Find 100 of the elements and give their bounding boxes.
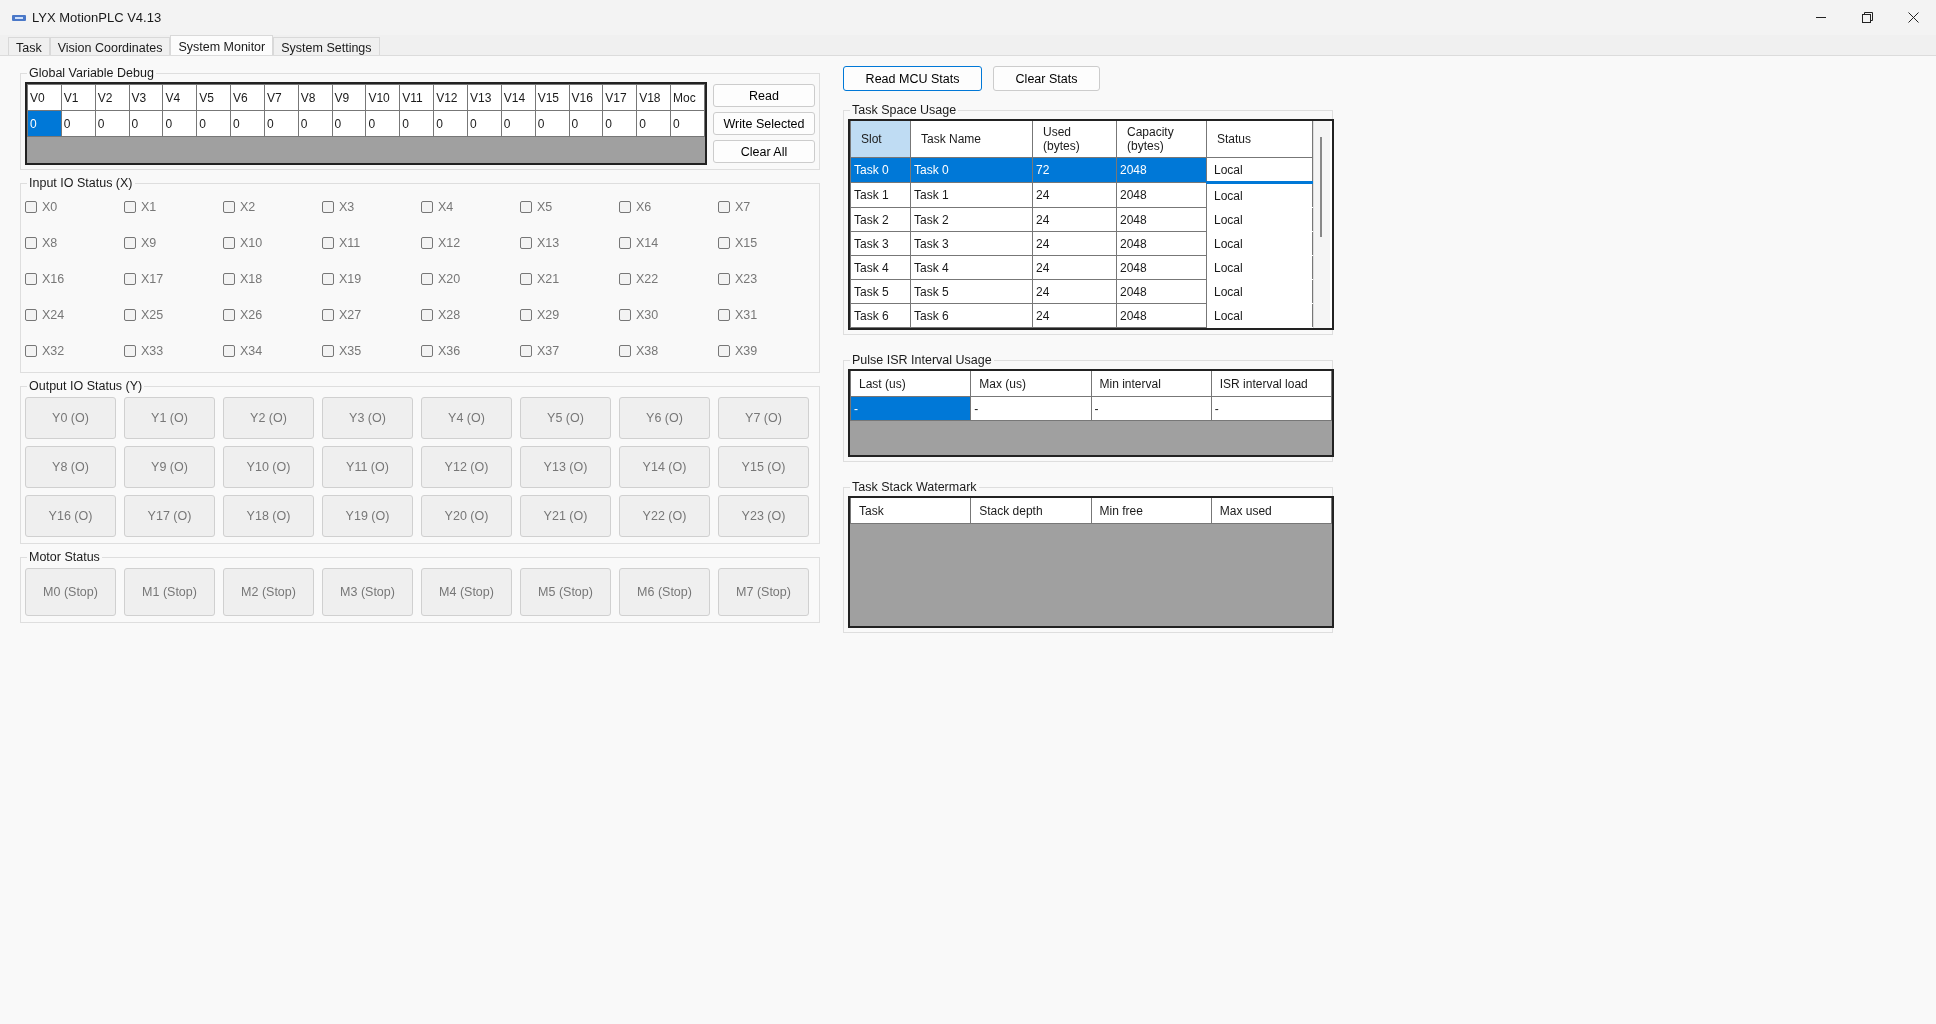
checkbox[interactable]: [421, 237, 433, 249]
table-cell[interactable]: 2048: [1116, 279, 1207, 304]
tab[interactable]: Task: [8, 37, 50, 55]
checkbox[interactable]: [25, 345, 37, 357]
table-cell[interactable]: -: [850, 396, 971, 421]
table-cell[interactable]: Local: [1206, 231, 1313, 256]
checkbox[interactable]: [124, 201, 136, 213]
checkbox[interactable]: [25, 237, 37, 249]
table-cell[interactable]: Task 3: [910, 231, 1033, 256]
motor-button[interactable]: M5 (Stop): [520, 568, 611, 616]
checkbox[interactable]: [619, 273, 631, 285]
output-button[interactable]: Y23 (O): [718, 495, 809, 537]
column-header[interactable]: Status: [1206, 121, 1313, 158]
checkbox[interactable]: [223, 273, 235, 285]
motor-button[interactable]: M7 (Stop): [718, 568, 809, 616]
motor-button[interactable]: M2 (Stop): [223, 568, 314, 616]
action-button[interactable]: Write Selected: [713, 112, 815, 135]
table-cell[interactable]: Task 2: [850, 207, 911, 232]
checkbox[interactable]: [421, 273, 433, 285]
checkbox[interactable]: [124, 309, 136, 321]
output-button[interactable]: Y17 (O): [124, 495, 215, 537]
output-button[interactable]: Y4 (O): [421, 397, 512, 439]
output-button[interactable]: Y1 (O): [124, 397, 215, 439]
output-button[interactable]: Y14 (O): [619, 446, 710, 488]
table-cell[interactable]: Local: [1206, 157, 1313, 183]
table-cell[interactable]: Task 5: [910, 279, 1033, 304]
checkbox[interactable]: [223, 309, 235, 321]
column-header[interactable]: Slot: [850, 121, 911, 158]
checkbox[interactable]: [124, 273, 136, 285]
column-header[interactable]: Task Name: [910, 121, 1033, 158]
checkbox[interactable]: [322, 201, 334, 213]
table-cell[interactable]: Local: [1206, 182, 1313, 208]
motor-button[interactable]: M6 (Stop): [619, 568, 710, 616]
action-button[interactable]: Clear All: [713, 140, 815, 163]
table-cell[interactable]: 2048: [1116, 182, 1207, 208]
scrollbar[interactable]: [1313, 121, 1330, 328]
checkbox[interactable]: [520, 273, 532, 285]
checkbox[interactable]: [322, 309, 334, 321]
output-button[interactable]: Y19 (O): [322, 495, 413, 537]
checkbox[interactable]: [421, 345, 433, 357]
output-button[interactable]: Y8 (O): [25, 446, 116, 488]
checkbox[interactable]: [718, 309, 730, 321]
checkbox[interactable]: [25, 309, 37, 321]
table-cell[interactable]: Local: [1206, 303, 1313, 328]
table-cell[interactable]: -: [1091, 396, 1212, 421]
checkbox[interactable]: [223, 237, 235, 249]
checkbox[interactable]: [619, 345, 631, 357]
table-cell[interactable]: 24: [1032, 207, 1117, 232]
table-cell[interactable]: Task 4: [910, 255, 1033, 280]
tab[interactable]: Vision Coordinates: [49, 37, 171, 55]
checkbox[interactable]: [520, 237, 532, 249]
checkbox[interactable]: [124, 345, 136, 357]
table-cell[interactable]: Local: [1206, 207, 1313, 232]
output-button[interactable]: Y6 (O): [619, 397, 710, 439]
checkbox[interactable]: [322, 273, 334, 285]
output-button[interactable]: Y15 (O): [718, 446, 809, 488]
checkbox[interactable]: [718, 273, 730, 285]
checkbox[interactable]: [124, 237, 136, 249]
checkbox[interactable]: [322, 345, 334, 357]
table-cell[interactable]: -: [1211, 396, 1332, 421]
output-button[interactable]: Y18 (O): [223, 495, 314, 537]
table-cell[interactable]: Task 6: [850, 303, 911, 328]
table-cell[interactable]: 2048: [1116, 157, 1207, 183]
output-button[interactable]: Y11 (O): [322, 446, 413, 488]
motor-button[interactable]: M3 (Stop): [322, 568, 413, 616]
checkbox[interactable]: [25, 201, 37, 213]
action-button[interactable]: Read: [713, 84, 815, 107]
output-button[interactable]: Y5 (O): [520, 397, 611, 439]
table-cell[interactable]: 24: [1032, 255, 1117, 280]
table-cell[interactable]: Task 0: [910, 157, 1033, 183]
checkbox[interactable]: [25, 273, 37, 285]
checkbox[interactable]: [223, 345, 235, 357]
table-cell[interactable]: 2048: [1116, 231, 1207, 256]
table-cell[interactable]: 24: [1032, 231, 1117, 256]
table-cell[interactable]: Task 4: [850, 255, 911, 280]
checkbox[interactable]: [520, 345, 532, 357]
checkbox[interactable]: [322, 237, 334, 249]
close-icon[interactable]: [1907, 12, 1919, 23]
action-button[interactable]: Read MCU Stats: [843, 66, 982, 91]
table-cell[interactable]: -: [970, 396, 1091, 421]
checkbox[interactable]: [619, 309, 631, 321]
tab[interactable]: System Settings: [273, 37, 380, 55]
checkbox[interactable]: [421, 201, 433, 213]
table-cell[interactable]: 0: [27, 110, 62, 137]
checkbox[interactable]: [223, 201, 235, 213]
checkbox[interactable]: [421, 309, 433, 321]
table-cell[interactable]: Local: [1206, 279, 1313, 304]
column-header[interactable]: Capacity (bytes): [1116, 121, 1207, 158]
table-cell[interactable]: 24: [1032, 279, 1117, 304]
table-cell[interactable]: Task 6: [910, 303, 1033, 328]
checkbox[interactable]: [520, 201, 532, 213]
table-cell[interactable]: Task 1: [910, 182, 1033, 208]
checkbox[interactable]: [718, 237, 730, 249]
table-cell[interactable]: 2048: [1116, 303, 1207, 328]
table-cell[interactable]: 72: [1032, 157, 1117, 183]
output-button[interactable]: Y9 (O): [124, 446, 215, 488]
table-cell[interactable]: Task 0: [850, 157, 911, 183]
table-cell[interactable]: 2048: [1116, 207, 1207, 232]
column-header[interactable]: Used (bytes): [1032, 121, 1117, 158]
table-cell[interactable]: Local: [1206, 255, 1313, 280]
